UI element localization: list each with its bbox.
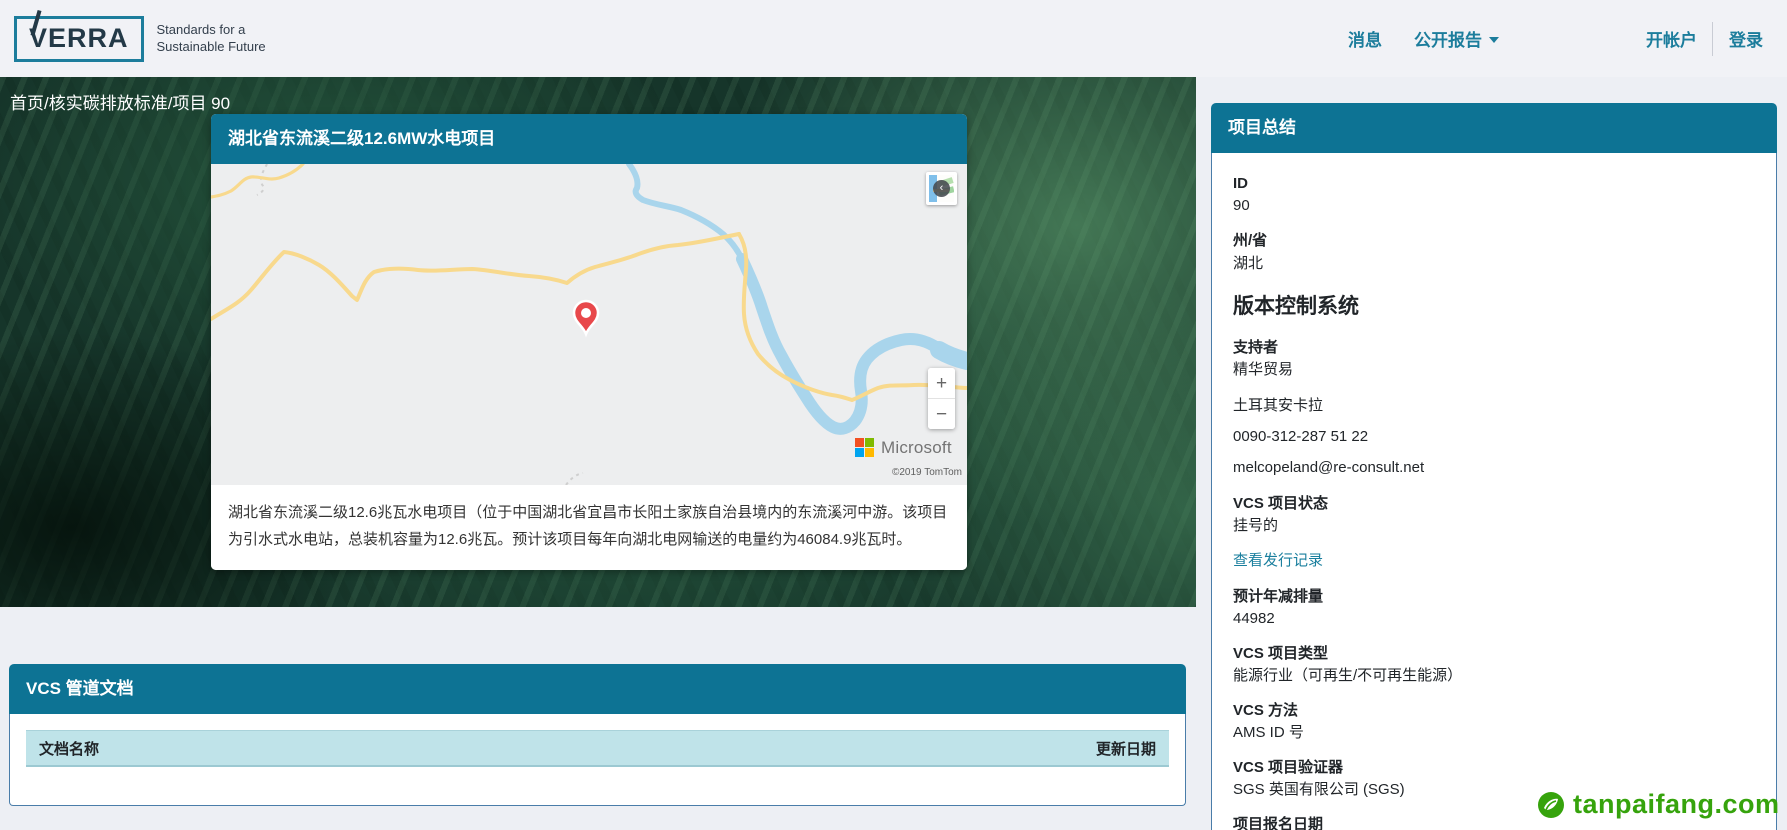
- status-value: 挂号的: [1233, 515, 1755, 537]
- field-province: 州/省 湖北: [1233, 230, 1755, 274]
- pipeline-documents-title: VCS 管道文档: [9, 664, 1186, 714]
- nav-messages[interactable]: 消息: [1348, 26, 1382, 51]
- watermark-text: tanpaifang.com: [1573, 789, 1780, 820]
- map-style-button[interactable]: ‹: [926, 172, 957, 205]
- documents-table-empty-body: [26, 767, 1169, 805]
- verra-logo-box: VERRA: [14, 16, 144, 62]
- microsoft-label: Microsoft: [881, 438, 952, 458]
- logo-text: VERRA: [29, 23, 129, 53]
- project-summary-card: 项目总结 ID 90 州/省 湖北 版本控制系统 支持者 精华贸易 土耳其安卡拉…: [1211, 103, 1777, 830]
- nav-divider: [1712, 22, 1713, 56]
- field-proponent: 支持者 精华贸易: [1233, 337, 1755, 381]
- proponent-location: 土耳其安卡拉: [1233, 395, 1755, 417]
- microsoft-attribution[interactable]: Microsoft: [855, 438, 952, 458]
- field-vcs-project-type: VCS 项目类型 能源行业（可再生/不可再生能源）: [1233, 643, 1755, 687]
- map-pin[interactable]: [574, 301, 598, 334]
- nav-login[interactable]: 登录: [1729, 26, 1763, 51]
- documents-table-header: 文档名称 更新日期: [26, 730, 1169, 767]
- project-summary-body: ID 90 州/省 湖北 版本控制系统 支持者 精华贸易 土耳其安卡拉 0090…: [1211, 153, 1777, 830]
- logo-tagline: Standards for a Sustainable Future: [157, 22, 266, 56]
- main-nav: 消息 公开报告 开帐户 登录: [1348, 22, 1763, 56]
- field-vcs-methodology: VCS 方法 AMS ID 号: [1233, 700, 1755, 744]
- page: VERRA Standards for a Sustainable Future…: [0, 0, 1787, 830]
- chevron-down-icon: [1489, 37, 1499, 43]
- view-issuance-records-link[interactable]: 查看发行记录: [1233, 550, 1323, 572]
- breadcrumb[interactable]: 首页/核实碳排放标准/项目 90: [0, 77, 1196, 114]
- column-document-name: 文档名称: [39, 738, 99, 759]
- content-row: 首页/核实碳排放标准/项目 90 湖北省东流溪二级12.6MW水电项目: [0, 77, 1787, 830]
- map-zoom-control: + −: [928, 368, 955, 429]
- map-canvas[interactable]: ‹ + −: [211, 164, 967, 485]
- top-header: VERRA Standards for a Sustainable Future…: [0, 0, 1787, 77]
- vcs-section-title: 版本控制系统: [1233, 292, 1755, 323]
- zoom-in-button[interactable]: +: [928, 368, 955, 398]
- field-id: ID 90: [1233, 173, 1755, 217]
- zoom-out-button[interactable]: −: [928, 399, 955, 429]
- project-summary-title: 项目总结: [1211, 103, 1777, 153]
- column-updated-date: 更新日期: [1096, 738, 1156, 759]
- hero-banner: 首页/核实碳排放标准/项目 90 湖北省东流溪二级12.6MW水电项目: [0, 77, 1196, 607]
- nav-public-reports[interactable]: 公开报告: [1414, 26, 1499, 51]
- nav-open-account[interactable]: 开帐户: [1646, 26, 1697, 51]
- microsoft-logo-icon: [855, 438, 875, 458]
- pipeline-documents-card: VCS 管道文档 文档名称 更新日期: [9, 664, 1186, 806]
- proponent-email: melcopeland@re-consult.net: [1233, 457, 1755, 479]
- project-description: 湖北省东流溪二级12.6兆瓦水电项目（位于中国湖北省宜昌市长阳土家族自治县境内的…: [211, 485, 967, 570]
- pipeline-documents-body: 文档名称 更新日期: [9, 714, 1186, 806]
- watermark: tanpaifang.com: [1537, 789, 1780, 820]
- watermark-logo-icon: [1537, 791, 1565, 819]
- field-estimated-annual-reductions: 预计年减排量 44982: [1233, 586, 1755, 630]
- map-copyright: ©2019 TomTom: [892, 467, 962, 478]
- field-vcs-status: VCS 项目状态 挂号的: [1233, 493, 1755, 537]
- project-map-card: 湖北省东流溪二级12.6MW水电项目: [211, 114, 967, 570]
- proponent-phone: 0090-312-287 51 22: [1233, 426, 1755, 448]
- verra-logo[interactable]: VERRA Standards for a Sustainable Future: [14, 16, 266, 62]
- map-basemap: [211, 164, 967, 485]
- map-card-title: 湖北省东流溪二级12.6MW水电项目: [211, 114, 967, 164]
- left-column: 首页/核实碳排放标准/项目 90 湖北省东流溪二级12.6MW水电项目: [0, 77, 1196, 806]
